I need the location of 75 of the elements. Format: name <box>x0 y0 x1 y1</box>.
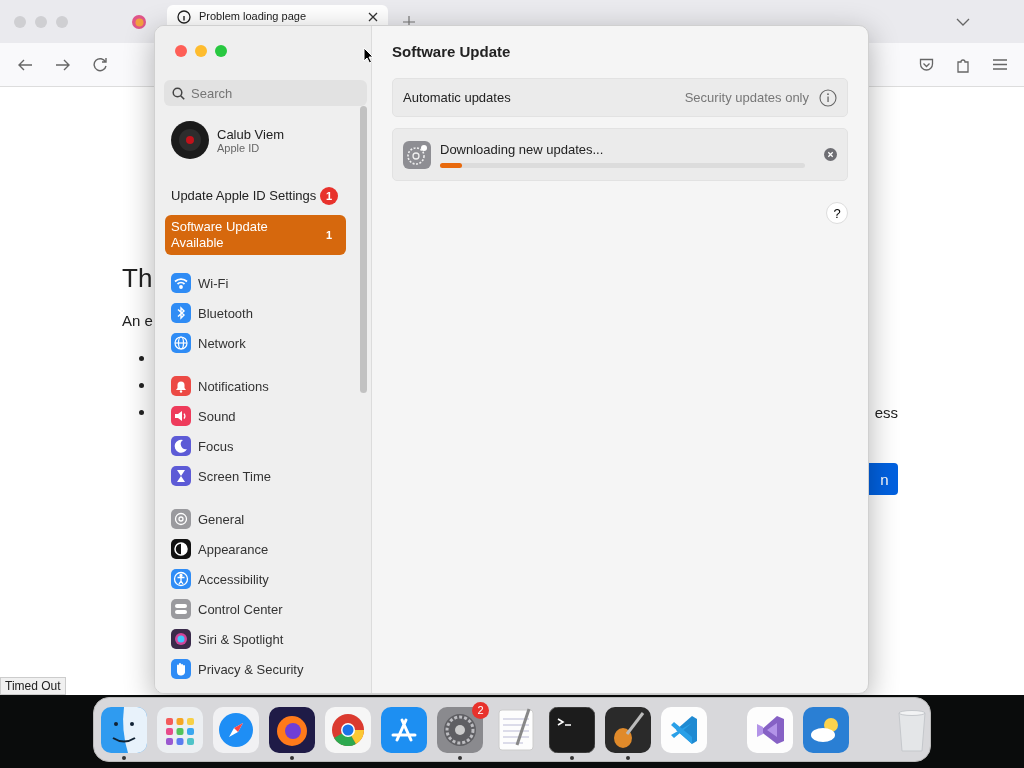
menu-icon[interactable] <box>993 59 1007 70</box>
app-store-icon[interactable] <box>381 706 427 753</box>
search-icon <box>172 87 185 100</box>
close-icon[interactable] <box>368 11 378 22</box>
notification-badge: 2 <box>472 701 489 719</box>
code-editor-icon[interactable] <box>661 706 707 753</box>
sidebar-item[interactable]: Network <box>155 328 346 358</box>
notice-item[interactable]: Software Update Available 1 <box>165 215 346 255</box>
cursor-icon <box>363 47 374 64</box>
hand-icon <box>171 659 191 679</box>
info-icon[interactable] <box>819 88 837 107</box>
weather-icon[interactable] <box>803 706 849 753</box>
search-field[interactable]: Search <box>164 80 367 106</box>
forward-icon[interactable] <box>55 58 71 71</box>
visual-studio-icon[interactable] <box>747 706 793 753</box>
sidebar-item[interactable]: Bluetooth <box>155 298 346 328</box>
moon-icon <box>171 436 191 456</box>
hourglass-icon <box>171 466 191 486</box>
sidebar-item[interactable]: Screen Time <box>155 461 346 491</box>
info-icon <box>177 9 191 24</box>
launchpad-icon[interactable] <box>157 706 203 753</box>
count-badge: 1 <box>320 187 338 205</box>
scrollbar[interactable] <box>360 106 367 393</box>
chevron-down-icon[interactable] <box>956 17 970 26</box>
chrome-icon[interactable] <box>325 706 371 753</box>
reload-icon[interactable] <box>93 57 108 72</box>
sidebar-item[interactable]: Privacy & Security <box>155 654 346 684</box>
terminal-icon[interactable] <box>549 706 595 753</box>
appearance-icon <box>171 539 191 559</box>
sidebar-item[interactable]: Sound <box>155 401 346 431</box>
sidebar-item[interactable]: General <box>155 504 346 534</box>
tab-title: Problem loading page <box>199 10 308 23</box>
toggles-icon <box>171 599 191 619</box>
row-label: Automatic updates <box>403 90 511 105</box>
avatar-icon <box>171 121 209 159</box>
compass-icon[interactable] <box>213 706 259 753</box>
browser-tab[interactable]: Problem loading page <box>167 5 388 25</box>
download-status: Downloading new updates... <box>440 141 605 157</box>
row-value: Security updates only <box>684 90 809 105</box>
back-icon[interactable] <box>17 58 33 71</box>
globe-icon <box>171 333 191 353</box>
pane-title: Software Update <box>392 43 512 62</box>
notice-item[interactable]: Update Apple ID Settings 1 <box>165 177 346 215</box>
sidebar-item[interactable]: Accessibility <box>155 564 346 594</box>
sidebar-item[interactable]: Focus <box>155 431 346 461</box>
pocket-icon[interactable] <box>919 57 934 72</box>
guitar-icon[interactable] <box>605 706 651 753</box>
count-label: 1 <box>324 228 334 243</box>
settings-icon[interactable] <box>437 706 483 753</box>
intro-text: An e <box>122 312 153 329</box>
wifi-icon <box>171 273 191 293</box>
account-item[interactable]: Calub Viem Apple ID <box>155 119 371 161</box>
help-button[interactable]: ? <box>826 202 848 224</box>
speaker-icon <box>171 406 191 426</box>
bell-icon <box>171 376 191 396</box>
sidebar-item[interactable]: Siri & Spotlight <box>155 624 346 654</box>
try-again-button[interactable]: n <box>869 463 898 495</box>
account-name: Calub Viem <box>217 126 284 142</box>
finder-icon[interactable] <box>101 706 147 753</box>
gear-icon <box>403 140 431 169</box>
status-text: Timed Out <box>0 677 66 695</box>
list-text: ess <box>874 404 898 421</box>
accessibility-icon <box>171 569 191 589</box>
close-button[interactable] <box>175 45 187 57</box>
gear-icon <box>171 509 191 529</box>
siri-icon <box>171 629 191 649</box>
account-subtitle: Apple ID <box>217 141 261 154</box>
bluetooth-icon <box>171 303 191 323</box>
page-heading: Th <box>122 263 153 294</box>
sidebar-item[interactable]: Appearance <box>155 534 346 564</box>
sidebar-item[interactable]: Control Center <box>155 594 346 624</box>
sidebar-item[interactable]: Wi-Fi <box>155 268 346 298</box>
firefox-icon[interactable] <box>269 706 315 753</box>
cancel-icon[interactable] <box>824 148 837 161</box>
sidebar-item[interactable]: Notifications <box>155 371 346 401</box>
